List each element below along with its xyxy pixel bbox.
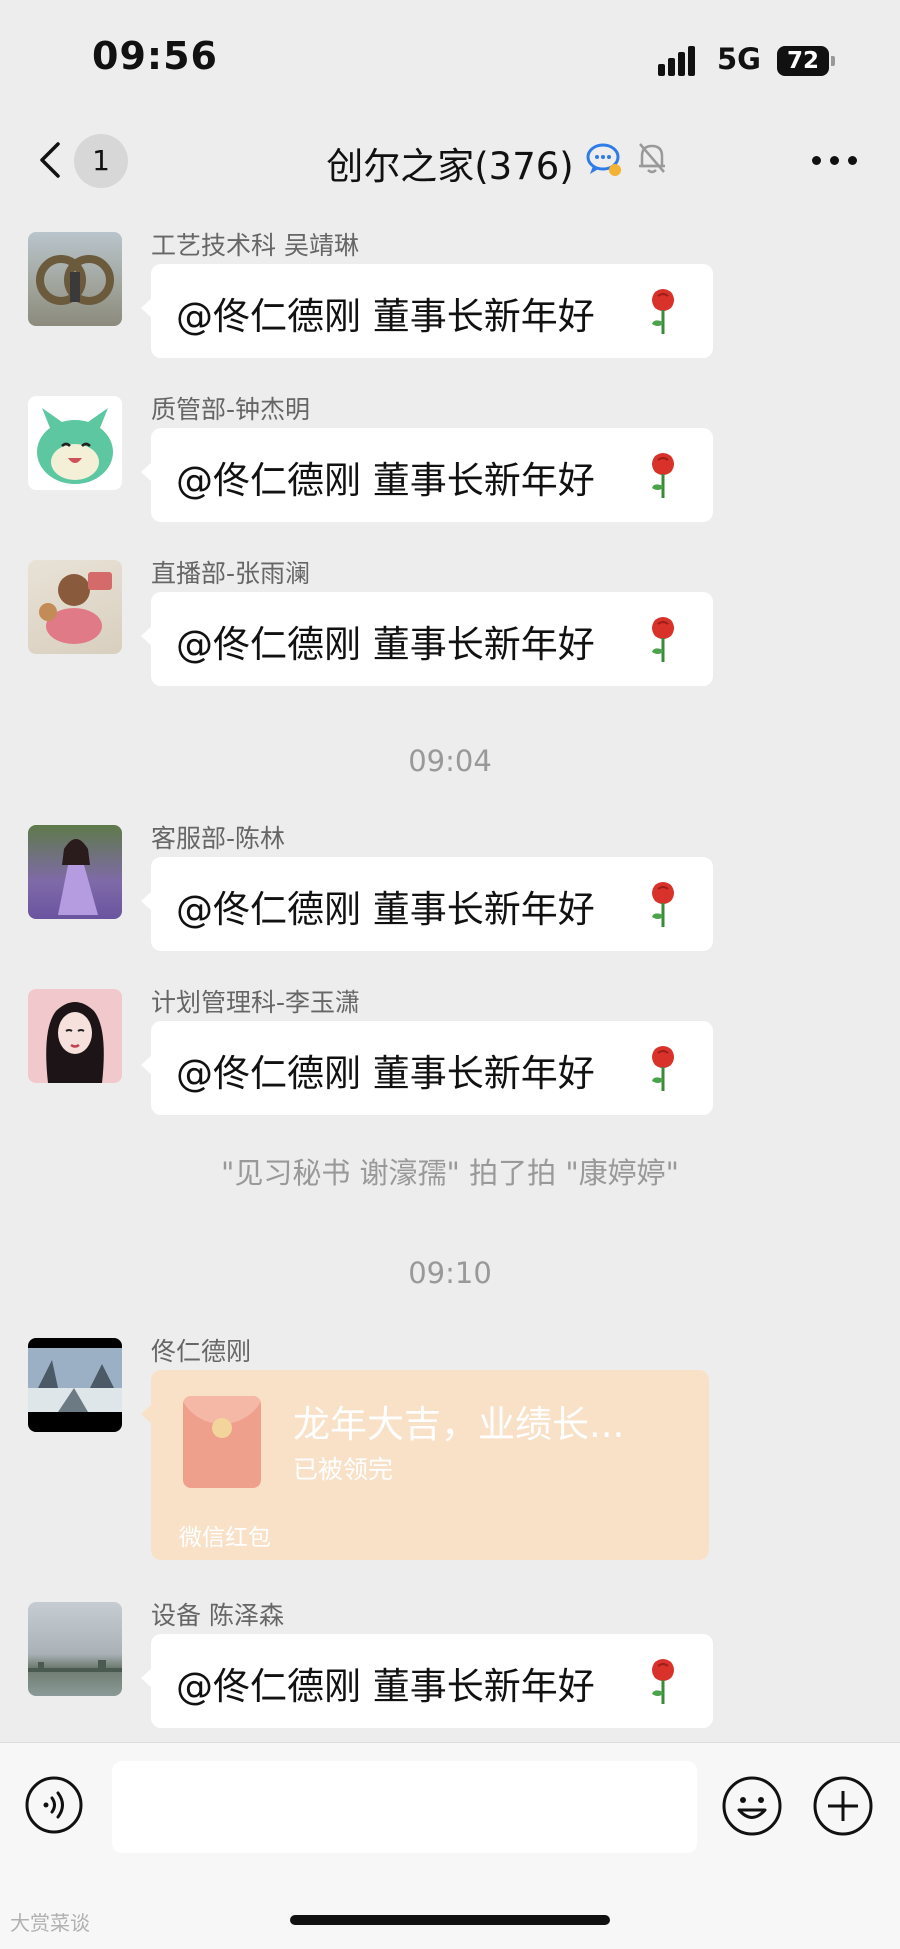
chat-header: 1 创尔之家(376): [0, 112, 900, 210]
watermark-text: 大赏菜谈: [10, 1911, 90, 1935]
emoji-icon[interactable]: [721, 1775, 783, 1837]
sender-name: 质管部-钟杰明: [151, 395, 311, 424]
sender-name: 客服部-陈林: [151, 824, 286, 853]
sender-name: 计划管理科-李玉潇: [151, 988, 361, 1017]
avatar[interactable]: [28, 825, 122, 919]
message-text: @佟仁德刚 董事长新年好: [176, 1052, 595, 1095]
sender-name: 设备 陈泽森: [151, 1601, 284, 1630]
avatar[interactable]: [28, 1338, 122, 1432]
red-packet-label: 微信红包: [179, 1525, 271, 1551]
avatar[interactable]: [28, 1602, 122, 1696]
sender-name: 工艺技术科 吴靖琳: [151, 231, 359, 260]
rose-emoji-icon: [652, 289, 674, 334]
battery-level: 72: [777, 46, 829, 76]
sender-name: 直播部-张雨澜: [151, 559, 311, 588]
message-text: @佟仁德刚 董事长新年好: [176, 1665, 595, 1708]
avatar[interactable]: [28, 396, 122, 490]
group-chat-icon: [586, 143, 621, 176]
message-timestamp: 09:10: [408, 1256, 492, 1290]
red-envelope-icon: [183, 1396, 261, 1488]
message-text: @佟仁德刚 董事长新年好: [176, 623, 595, 666]
message-timestamp: 09:04: [408, 744, 492, 778]
rose-emoji-icon: [652, 882, 674, 927]
message-input[interactable]: [112, 1761, 697, 1853]
message-bubble[interactable]: @佟仁德刚 董事长新年好: [141, 428, 713, 522]
red-packet-title: 龙年大吉，业绩长...: [293, 1403, 625, 1446]
red-packet-status: 已被领完: [293, 1455, 394, 1484]
battery-icon: 72: [777, 46, 835, 76]
message-bubble[interactable]: @佟仁德刚 董事长新年好: [141, 1634, 713, 1728]
status-time: 09:56: [92, 34, 218, 78]
avatar[interactable]: [28, 232, 122, 326]
message-bubble[interactable]: @佟仁德刚 董事长新年好: [141, 857, 713, 951]
chat-input-bar: 大赏菜谈: [0, 1742, 900, 1949]
chat-title: 创尔之家(376): [326, 145, 574, 188]
home-indicator[interactable]: [290, 1915, 610, 1925]
message-bubble[interactable]: @佟仁德刚 董事长新年好: [141, 264, 713, 358]
network-type: 5G: [717, 42, 761, 76]
avatar[interactable]: [28, 560, 122, 654]
avatar[interactable]: [28, 989, 122, 1083]
rose-emoji-icon: [652, 453, 674, 498]
rose-emoji-icon: [652, 1046, 674, 1091]
message-text: @佟仁德刚 董事长新年好: [176, 459, 595, 502]
signal-icon: [658, 46, 704, 76]
voice-input-icon[interactable]: [24, 1775, 84, 1835]
more-options-icon[interactable]: [812, 156, 858, 168]
rose-emoji-icon: [652, 617, 674, 662]
status-bar: 09:56 5G 72: [0, 0, 900, 110]
system-message: "见习秘书 谢濠孺" 拍了拍 "康婷婷": [220, 1156, 679, 1190]
message-bubble[interactable]: @佟仁德刚 董事长新年好: [141, 1021, 713, 1115]
message-text: @佟仁德刚 董事长新年好: [176, 295, 595, 338]
mute-bell-icon: [639, 143, 665, 174]
message-bubble[interactable]: @佟仁德刚 董事长新年好: [141, 592, 713, 686]
sender-name: 佟仁德刚: [151, 1337, 252, 1366]
rose-emoji-icon: [652, 1659, 674, 1704]
message-text: @佟仁德刚 董事长新年好: [176, 888, 595, 931]
plus-icon[interactable]: [812, 1775, 874, 1837]
red-packet-card[interactable]: 龙年大吉，业绩长... 已被领完 微信红包: [141, 1370, 709, 1560]
